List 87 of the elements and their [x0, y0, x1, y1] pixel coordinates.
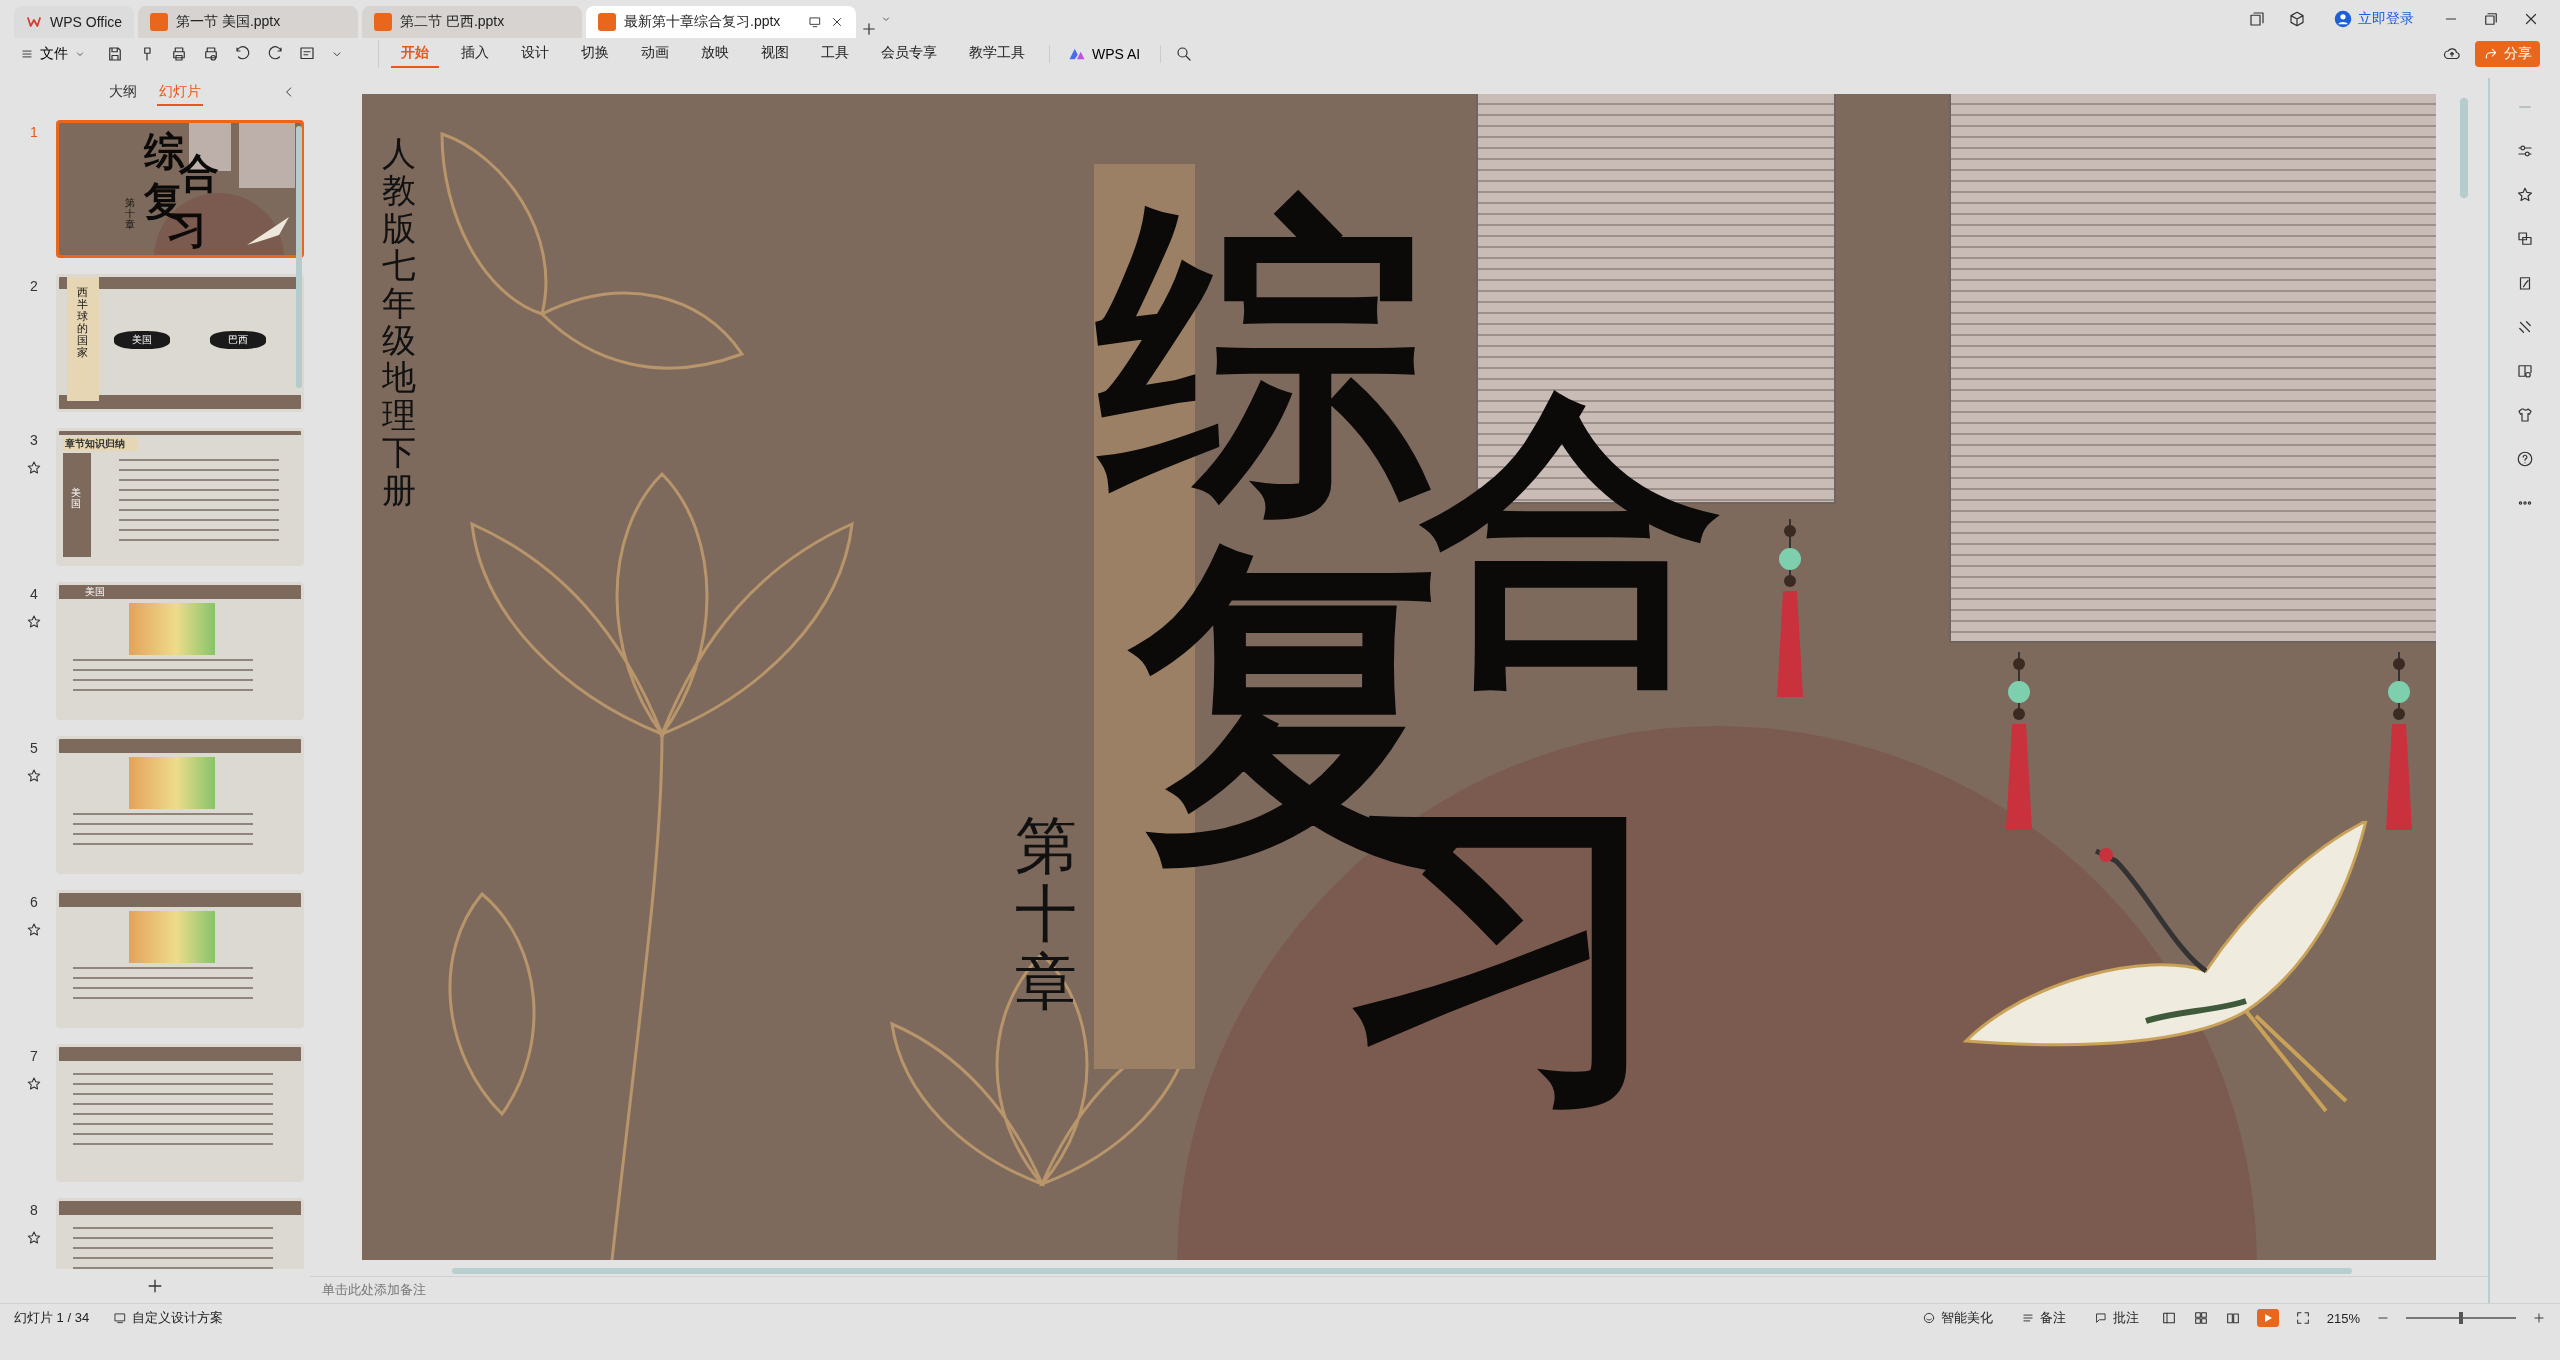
- animation-star-icon[interactable]: [2516, 186, 2534, 204]
- ink-label: 巴西: [210, 331, 266, 349]
- ribbon-tab[interactable]: 放映: [691, 40, 739, 68]
- presentation-file-icon: [598, 13, 616, 31]
- slide-thumbnail[interactable]: 美国: [56, 582, 304, 720]
- notes-button[interactable]: 备注: [2014, 1308, 2072, 1328]
- zoom-in-icon[interactable]: [2532, 1311, 2546, 1325]
- ink-label: 美国: [114, 331, 170, 349]
- close-icon[interactable]: [830, 15, 844, 29]
- monitor-icon[interactable]: [808, 15, 822, 29]
- slide-number: 5: [30, 740, 38, 756]
- play-button[interactable]: [2256, 1309, 2279, 1327]
- notes-placeholder[interactable]: 单击此处添加备注: [322, 1280, 426, 1299]
- slide-thumbnail[interactable]: [56, 1044, 304, 1182]
- ribbon-tab[interactable]: 切换: [571, 40, 619, 68]
- section-title: 西半球的国家: [77, 287, 88, 360]
- slide-number: 3: [30, 432, 38, 448]
- save-icon[interactable]: [106, 45, 124, 63]
- slide-number: 2: [30, 278, 38, 294]
- crane-drawing: [245, 215, 290, 247]
- share-arrow-icon: [2483, 46, 2499, 62]
- ribbon-tab[interactable]: 会员专享: [871, 40, 947, 68]
- scrollbar-thumb[interactable]: [452, 1268, 2352, 1274]
- switch-slides-icon[interactable]: [2516, 230, 2534, 248]
- beautify-icon: [1921, 1311, 1936, 1325]
- play-icon: [2262, 1313, 2273, 1323]
- document-tab[interactable]: 第一节 美国.pptx: [138, 6, 358, 38]
- tools-icon[interactable]: [2516, 318, 2534, 336]
- window-blind-drawing: [239, 123, 295, 188]
- design-scheme-icon: [113, 1311, 128, 1325]
- file-menu[interactable]: 文件: [14, 44, 92, 64]
- ribbon-tab[interactable]: 视图: [751, 40, 799, 68]
- ribbon-tab[interactable]: 设计: [511, 40, 559, 68]
- shirt-icon[interactable]: [2516, 406, 2534, 424]
- slide-number: 7: [30, 1048, 38, 1064]
- slide-thumbnail[interactable]: [56, 890, 304, 1028]
- wps-logo-icon[interactable]: [26, 14, 42, 30]
- zoom-slider-thumb[interactable]: [2459, 1312, 2463, 1324]
- chapter-text: 第十章: [1015, 812, 1077, 1017]
- user-avatar-icon: [2334, 10, 2352, 28]
- side-label: 美国: [71, 487, 81, 509]
- ai-logo-icon: [1068, 47, 1086, 61]
- ribbon-tab[interactable]: 教学工具: [959, 40, 1035, 68]
- ribbon-tab[interactable]: 工具: [811, 40, 859, 68]
- ribbon-tab[interactable]: 动画: [631, 40, 679, 68]
- notes-icon: [2020, 1311, 2035, 1325]
- menu-icon: [20, 47, 34, 61]
- subtitle-text: 人教版七年级地理下册: [382, 135, 416, 509]
- print-preview-icon[interactable]: [202, 45, 220, 63]
- restore-icon[interactable]: [2482, 10, 2500, 28]
- comment-icon: [2093, 1311, 2108, 1325]
- slide-thumbnail[interactable]: [56, 736, 304, 874]
- zoom-percent: 215%: [2326, 1310, 2360, 1326]
- ribbon-tab[interactable]: 插入: [451, 40, 499, 68]
- windows-icon[interactable]: [2248, 10, 2266, 28]
- document-tab[interactable]: 第二节 巴西.pptx: [362, 6, 582, 38]
- help-icon[interactable]: [2516, 450, 2534, 468]
- cube-icon[interactable]: [2288, 10, 2306, 28]
- wps-ai-button[interactable]: WPS AI: [1049, 45, 1147, 63]
- slide-number: 8: [30, 1202, 38, 1218]
- beautify-button[interactable]: 智能美化: [1915, 1308, 1999, 1328]
- slide-heading: 章节知识归纳: [63, 437, 137, 451]
- print-icon[interactable]: [170, 45, 188, 63]
- add-tab-icon[interactable]: [860, 20, 878, 38]
- slide-thumbnail[interactable]: 章节知识归纳 美国: [56, 428, 304, 566]
- scrollbar-thumb[interactable]: [296, 126, 302, 388]
- slide-counter: 幻灯片 1 / 34: [14, 1309, 90, 1327]
- slide-number: 6: [30, 894, 38, 910]
- comments-button[interactable]: 批注: [2087, 1308, 2145, 1328]
- reading-view-icon[interactable]: [2224, 1310, 2241, 1326]
- presentation-file-icon: [150, 13, 168, 31]
- scrollbar-thumb[interactable]: [2460, 98, 2468, 198]
- fit-window-icon[interactable]: [2294, 1310, 2311, 1326]
- design-scheme-button[interactable]: 自定义设计方案: [107, 1308, 230, 1328]
- panel-tab[interactable]: 大纲: [107, 80, 139, 106]
- slide-thumbnail[interactable]: 西半球的国家 美国 巴西: [56, 274, 304, 412]
- slide-sorter-icon[interactable]: [2192, 1310, 2209, 1326]
- slide-number: 4: [30, 586, 38, 602]
- document-tab[interactable]: 最新第十章综合复习.pptx: [586, 6, 856, 38]
- document-tab[interactable]: WPS Office: [14, 6, 134, 38]
- presentation-file-icon: [374, 13, 392, 31]
- slide-heading: 美国: [85, 586, 105, 598]
- normal-view-icon[interactable]: [2160, 1310, 2177, 1326]
- slide-number: 1: [30, 124, 38, 140]
- login-link[interactable]: 立即登录: [2328, 9, 2420, 29]
- book-search-icon[interactable]: [2516, 362, 2534, 380]
- chapter-text: 第十章: [125, 197, 135, 230]
